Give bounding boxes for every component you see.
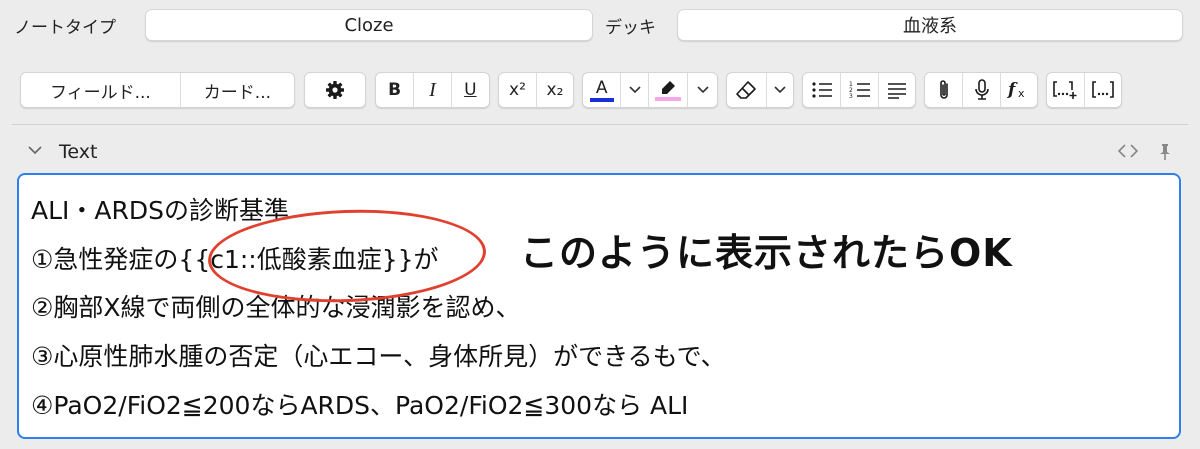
- formatting-toolbar: フィールド... カード... B I U x² x₂ A 1 2 3 f x: [0, 70, 1200, 114]
- clear-format-button[interactable]: [727, 73, 766, 107]
- numbered-list-button[interactable]: 123: [840, 73, 877, 107]
- highlight-button[interactable]: [648, 73, 687, 107]
- field-line: ③心原性肺水腫の否定（心エコー、身体所見）ができるもで、: [31, 342, 726, 371]
- toolbar-divider: [12, 124, 1188, 125]
- text-color-button[interactable]: A: [583, 73, 620, 107]
- align-icon: [887, 83, 906, 99]
- notetype-selector[interactable]: Cloze: [145, 9, 593, 41]
- fields-cards-group: フィールド... カード...: [20, 72, 295, 108]
- cloze-same-button[interactable]: [1083, 73, 1121, 107]
- field-header: Text: [0, 138, 1200, 168]
- gear-icon: [326, 81, 344, 99]
- chevron-down-icon: [774, 86, 786, 94]
- cloze-group: [1046, 72, 1122, 108]
- text-color-dropdown[interactable]: [620, 73, 648, 107]
- cloze-new-button[interactable]: [1047, 73, 1084, 107]
- list-group: 123: [802, 72, 916, 108]
- superscript-button[interactable]: x²: [499, 73, 536, 107]
- cloze-new-icon: [1053, 81, 1077, 99]
- paperclip-icon: [939, 80, 948, 99]
- underline-button[interactable]: U: [450, 73, 489, 107]
- chevron-down-icon: [28, 146, 42, 155]
- align-button[interactable]: [877, 73, 915, 107]
- highlight-dropdown[interactable]: [687, 73, 717, 107]
- svg-text:f: f: [1007, 80, 1018, 100]
- color-group: A: [582, 72, 718, 108]
- cloze-same-icon: [1092, 81, 1114, 98]
- svg-text:3: 3: [849, 93, 853, 99]
- annotation-text: このように表示されたらOK: [520, 231, 1013, 275]
- options-button[interactable]: [305, 73, 365, 107]
- subscript-button[interactable]: x₂: [535, 73, 573, 107]
- html-editor-toggle[interactable]: [1117, 143, 1139, 159]
- deck-selector[interactable]: 血液系: [677, 9, 1183, 41]
- attach-button[interactable]: [925, 73, 962, 107]
- options-group: [304, 72, 366, 108]
- bullet-list-icon: [812, 82, 832, 98]
- field-name: Text: [59, 141, 98, 163]
- microphone-icon: [974, 79, 989, 100]
- highlight-color-swatch: [655, 96, 682, 101]
- highlighter-icon: [662, 80, 676, 94]
- field-editor[interactable]: ALI・ARDSの診断基準 ①急性発症の{{c1::低酸素血症}}が ②胸部X線…: [17, 173, 1181, 439]
- text-style-group: B I U: [375, 72, 490, 108]
- field-collapse-toggle[interactable]: [28, 146, 42, 155]
- deck-label: デッキ: [605, 18, 656, 38]
- editor-header: ノートタイプ Cloze デッキ 血液系: [0, 0, 1200, 50]
- function-icon: f x: [1007, 80, 1025, 100]
- italic-button[interactable]: I: [413, 73, 450, 107]
- media-group: f x: [924, 72, 1038, 108]
- script-group: x² x₂: [498, 72, 574, 108]
- bold-button[interactable]: B: [376, 73, 413, 107]
- chevron-down-icon: [697, 86, 709, 94]
- clear-format-dropdown[interactable]: [765, 73, 793, 107]
- bullet-list-button[interactable]: [803, 73, 840, 107]
- chevron-down-icon: [629, 86, 641, 94]
- code-icon: [1117, 144, 1139, 158]
- math-button[interactable]: f x: [999, 73, 1037, 107]
- text-color-letter: A: [595, 77, 608, 98]
- pin-icon: [1160, 144, 1170, 160]
- sticky-pin-toggle[interactable]: [1158, 143, 1172, 161]
- record-audio-button[interactable]: [962, 73, 999, 107]
- notetype-label: ノートタイプ: [14, 18, 116, 38]
- field-line: ④PaO2/FiO2≦200ならARDS、PaO2/FiO2≦300なら ALI: [31, 391, 689, 420]
- text-color-swatch: [589, 97, 614, 102]
- numbered-list-icon: 123: [849, 81, 870, 99]
- clear-format-group: [726, 72, 794, 108]
- field-line: ALI・ARDSの診断基準: [31, 196, 289, 225]
- fields-button[interactable]: フィールド...: [21, 73, 180, 107]
- cards-button[interactable]: カード...: [179, 73, 294, 107]
- eraser-icon: [736, 81, 757, 99]
- svg-text:x: x: [1018, 87, 1025, 100]
